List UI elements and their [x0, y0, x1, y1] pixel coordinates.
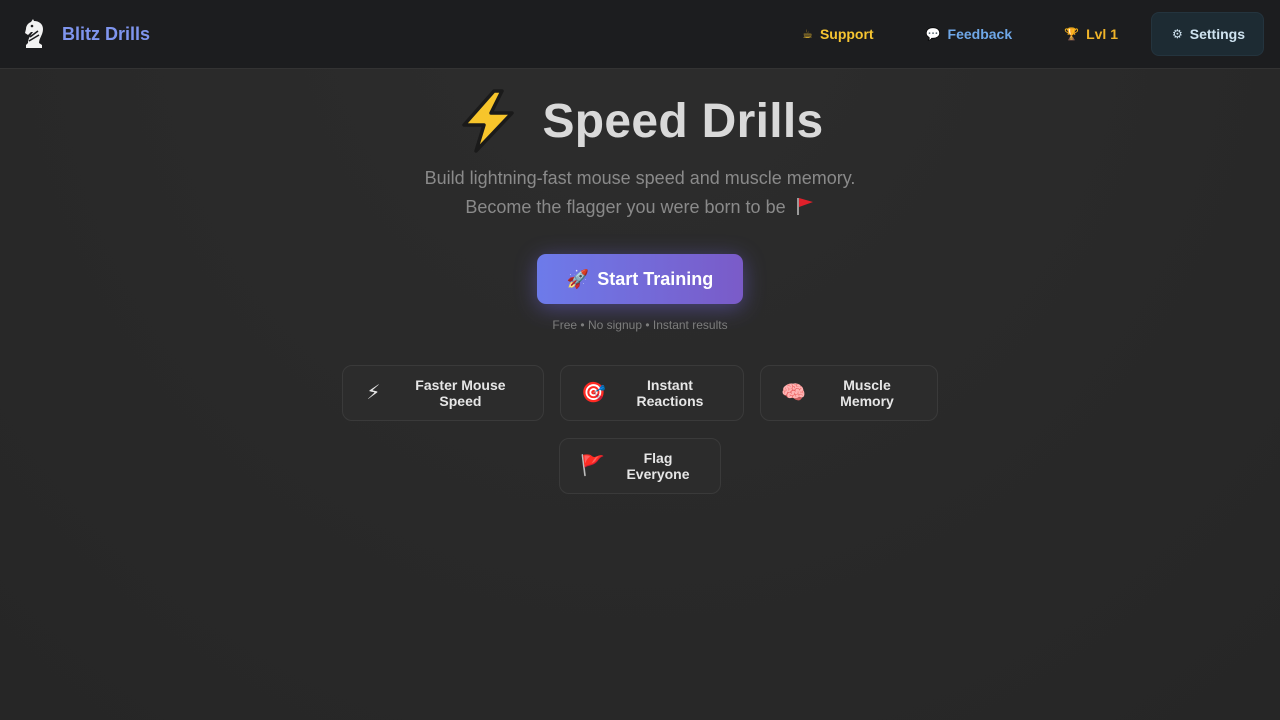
start-training-label: Start Training: [597, 268, 714, 289]
feature-muscle-memory: 🧠 Muscle Memory: [760, 365, 938, 421]
coffee-icon: ☕: [802, 27, 813, 41]
support-button[interactable]: ☕ Support: [783, 12, 892, 56]
feature-label: Instant Reactions: [636, 377, 704, 409]
nav-menu: ☕ Support 💬 Feedback 🏆 Lvl 1 ⚙ Settings: [769, 12, 1264, 56]
cta-note: Free • No signup • Instant results: [552, 318, 728, 332]
settings-button[interactable]: ⚙ Settings: [1151, 12, 1264, 56]
feature-label: Flag Everyone: [626, 450, 690, 482]
feature-flag-everyone: 🚩 Flag Everyone: [559, 438, 721, 494]
brand[interactable]: Blitz Drills: [22, 18, 150, 50]
title-row: Speed Drills: [0, 88, 1280, 154]
subtitle-line-1: Build lightning-fast mouse speed and mus…: [424, 168, 856, 188]
red-flag-icon: 🚩: [580, 455, 605, 477]
support-label: Support: [819, 26, 874, 42]
target-icon: 🎯: [581, 382, 606, 404]
start-training-button[interactable]: 🚀 Start Training: [537, 254, 743, 304]
level-label: Lvl 1: [1086, 26, 1118, 42]
subtitle-line-2: Become the flagger you were born to be: [0, 197, 1280, 218]
brain-icon: 🧠: [781, 382, 806, 404]
feedback-label: Feedback: [947, 26, 1013, 42]
page-title: Speed Drills: [542, 94, 824, 148]
knight-icon: [25, 19, 43, 48]
feedback-button[interactable]: 💬 Feedback: [907, 12, 1032, 56]
feature-label: Muscle Memory: [840, 377, 894, 409]
speech-bubble-icon: 💬: [925, 27, 941, 41]
gear-icon: ⚙: [1172, 27, 1183, 41]
trophy-icon: 🏆: [1064, 27, 1080, 41]
feature-label: Faster Mouse Speed: [415, 377, 506, 409]
red-flag-icon: [796, 198, 813, 215]
top-navbar: Blitz Drills ☕ Support 💬 Feedback 🏆 Lvl …: [0, 0, 1280, 69]
lightning-icon: ⚡: [366, 382, 381, 404]
lightning-icon: [462, 89, 515, 153]
brand-name: Blitz Drills: [62, 23, 151, 44]
rocket-icon: 🚀: [566, 269, 590, 289]
level-button[interactable]: 🏆 Lvl 1: [1045, 12, 1137, 56]
settings-label: Settings: [1189, 26, 1245, 42]
feature-instant-reactions: 🎯 Instant Reactions: [560, 365, 744, 421]
feature-faster-mouse-speed: ⚡ Faster Mouse Speed: [342, 365, 544, 421]
subtitle-text: Become the flagger you were born to be: [465, 197, 786, 217]
